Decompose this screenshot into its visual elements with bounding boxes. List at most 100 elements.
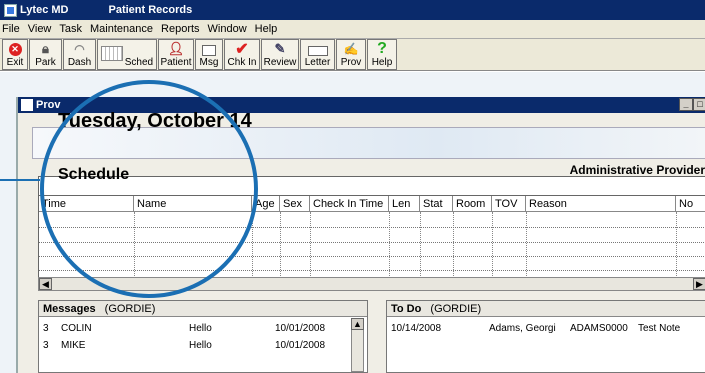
todo-panel: To Do (GORDIE) 10/14/2008 Adams, Georgi … bbox=[386, 300, 705, 373]
col-notes[interactable]: No bbox=[676, 196, 705, 212]
grid-line bbox=[453, 212, 454, 282]
col-stat[interactable]: Stat bbox=[420, 196, 453, 212]
window-title: Patient Records bbox=[108, 4, 193, 16]
dashboard-icon: ◠ bbox=[74, 41, 85, 56]
window-icon bbox=[21, 99, 33, 111]
park-button[interactable]: 🔒︎ Park bbox=[29, 39, 62, 70]
patient-button[interactable]: 👤︎ Patient bbox=[158, 39, 194, 70]
prov-button[interactable]: ✍ Prov bbox=[336, 39, 366, 70]
message-num: 3 bbox=[43, 340, 49, 351]
col-sex[interactable]: Sex bbox=[280, 196, 310, 212]
review-label: Review bbox=[263, 57, 297, 68]
menu-view[interactable]: View bbox=[28, 23, 52, 35]
todo-owner: (GORDIE) bbox=[430, 303, 482, 315]
menu-task[interactable]: Task bbox=[59, 23, 82, 35]
chk-in-button[interactable]: ✔ Chk In bbox=[224, 39, 260, 70]
exit-button[interactable]: ✕ Exit bbox=[2, 39, 28, 70]
exit-label: Exit bbox=[6, 57, 24, 68]
scroll-left-icon[interactable]: ◀ bbox=[39, 278, 52, 290]
message-num: 3 bbox=[43, 323, 49, 334]
menu-window[interactable]: Window bbox=[208, 23, 247, 35]
schedule-horizontal-scrollbar[interactable]: ◀ ▶ bbox=[38, 277, 705, 291]
menu-bar: File View Task Maintenance Reports Windo… bbox=[0, 20, 705, 39]
table-row[interactable] bbox=[39, 242, 704, 243]
grid-line bbox=[252, 212, 253, 282]
scroll-up-icon[interactable]: ▲ bbox=[351, 318, 364, 330]
grid-line bbox=[676, 212, 677, 282]
toolbar: ✕ Exit 🔒︎ Park ◠ Dash Sched 👤︎ Patient M… bbox=[0, 39, 705, 71]
dash-label: Dash bbox=[67, 57, 92, 68]
todo-patient[interactable]: Adams, Georgi bbox=[489, 323, 561, 334]
messages-panel: Messages (GORDIE) 3 COLIN Hello 10/01/20… bbox=[38, 300, 368, 373]
table-row[interactable] bbox=[39, 256, 704, 257]
help-icon: ? bbox=[377, 39, 387, 57]
callout-pointer bbox=[0, 179, 40, 181]
grid-line bbox=[280, 212, 281, 282]
schedule-title: Schedule bbox=[58, 166, 130, 183]
message-sender[interactable]: MIKE bbox=[61, 340, 85, 351]
review-icon: ✎ bbox=[274, 40, 286, 56]
letter-icon bbox=[307, 46, 328, 56]
sched-button[interactable]: Sched bbox=[97, 39, 157, 70]
schedule-date: Tuesday, October 14 bbox=[58, 110, 252, 132]
messages-owner: (GORDIE) bbox=[104, 303, 156, 315]
menu-reports[interactable]: Reports bbox=[161, 23, 200, 35]
col-tov[interactable]: TOV bbox=[492, 196, 526, 212]
scroll-right-icon[interactable]: ▶ bbox=[693, 278, 705, 290]
table-row[interactable] bbox=[39, 227, 704, 228]
schedule-grid: Time Name Age Sex Check In Time Len Stat… bbox=[38, 195, 705, 290]
letter-button[interactable]: Letter bbox=[300, 39, 335, 70]
maximize-button[interactable]: □ bbox=[693, 98, 705, 111]
col-len[interactable]: Len bbox=[389, 196, 420, 212]
msg-label: Msg bbox=[199, 57, 219, 68]
provider-icon: ✍ bbox=[343, 41, 359, 56]
message-icon bbox=[202, 45, 216, 56]
col-check-in-time[interactable]: Check In Time bbox=[310, 196, 389, 212]
review-button[interactable]: ✎ Review bbox=[261, 39, 299, 70]
help-button[interactable]: ? Help bbox=[367, 39, 397, 70]
calendar-icon bbox=[100, 46, 123, 61]
col-name[interactable]: Name bbox=[134, 196, 252, 212]
menu-help[interactable]: Help bbox=[255, 23, 278, 35]
message-date: 10/01/2008 bbox=[275, 323, 326, 334]
letter-label: Letter bbox=[304, 57, 331, 68]
exit-icon: ✕ bbox=[8, 43, 22, 56]
message-subject[interactable]: Hello bbox=[189, 323, 212, 334]
col-room[interactable]: Room bbox=[453, 196, 492, 212]
col-age[interactable]: Age bbox=[252, 196, 280, 212]
message-date: 10/01/2008 bbox=[275, 340, 326, 351]
help-label: Help bbox=[371, 57, 393, 68]
park-label: Park bbox=[35, 57, 56, 68]
app-titlebar: Lytec MD Patient Records bbox=[0, 0, 705, 20]
menu-file[interactable]: File bbox=[2, 23, 20, 35]
provider-name: Administrative Provider bbox=[569, 163, 705, 177]
chk-in-label: Chk In bbox=[227, 57, 257, 68]
message-sender[interactable]: COLIN bbox=[61, 323, 92, 334]
todo-account: ADAMS0000 bbox=[570, 323, 628, 334]
provider-window-title: Prov bbox=[36, 99, 61, 111]
sched-label: Sched bbox=[124, 57, 154, 68]
message-subject[interactable]: Hello bbox=[189, 340, 212, 351]
menu-maintenance[interactable]: Maintenance bbox=[90, 23, 153, 35]
msg-button[interactable]: Msg bbox=[195, 39, 223, 70]
todo-note[interactable]: Test Note bbox=[638, 323, 680, 334]
lock-icon: 🔒︎ bbox=[42, 40, 49, 56]
todo-title: To Do bbox=[391, 303, 422, 315]
dash-button[interactable]: ◠ Dash bbox=[63, 39, 96, 70]
patient-icon: 👤︎ bbox=[167, 40, 185, 56]
col-time[interactable]: Time bbox=[39, 196, 134, 212]
checkmark-icon: ✔ bbox=[235, 40, 249, 58]
todo-date: 10/14/2008 bbox=[391, 323, 442, 334]
messages-scrollbar[interactable]: ▲ bbox=[351, 318, 364, 372]
table-row[interactable] bbox=[39, 270, 704, 271]
messages-title: Messages bbox=[43, 303, 96, 315]
todo-header: To Do (GORDIE) bbox=[387, 301, 705, 317]
col-reason[interactable]: Reason bbox=[526, 196, 676, 212]
grid-line bbox=[420, 212, 421, 282]
provider-window: Prov _ □ Administrative Provider Time Na… bbox=[16, 97, 705, 373]
minimize-button[interactable]: _ bbox=[679, 98, 693, 111]
grid-line bbox=[134, 212, 135, 282]
grid-line bbox=[526, 212, 527, 282]
schedule-header bbox=[38, 176, 705, 196]
grid-line bbox=[389, 212, 390, 282]
